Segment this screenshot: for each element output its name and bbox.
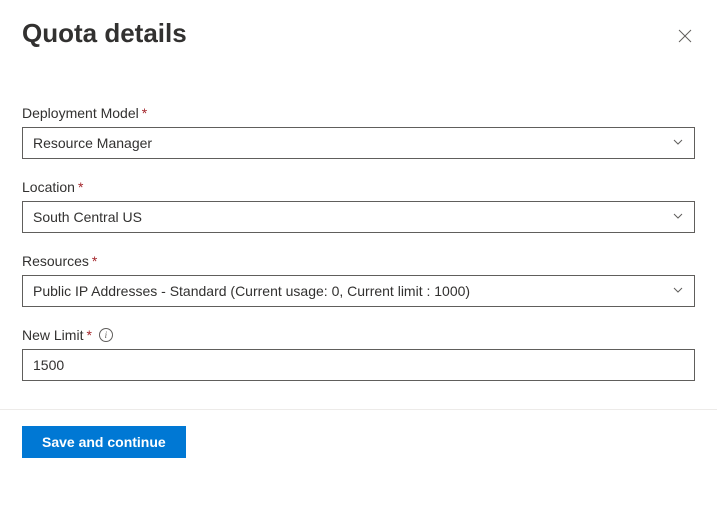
page-title: Quota details	[22, 18, 187, 49]
chevron-down-icon	[672, 283, 684, 299]
deployment-model-field: Deployment Model * Resource Manager	[22, 105, 695, 159]
location-dropdown[interactable]: South Central US	[22, 201, 695, 233]
panel-header: Quota details	[22, 18, 695, 49]
field-label-text: Resources	[22, 253, 89, 269]
dropdown-value: South Central US	[33, 209, 142, 225]
panel-footer: Save and continue	[22, 410, 695, 458]
dropdown-value: Public IP Addresses - Standard (Current …	[33, 283, 470, 299]
resources-field: Resources * Public IP Addresses - Standa…	[22, 253, 695, 307]
required-asterisk: *	[92, 253, 97, 269]
new-limit-field: New Limit * i	[22, 327, 695, 381]
info-icon[interactable]: i	[99, 328, 113, 342]
field-label-text: Location	[22, 179, 75, 195]
required-asterisk: *	[86, 327, 91, 343]
location-field: Location * South Central US	[22, 179, 695, 233]
deployment-model-label: Deployment Model *	[22, 105, 695, 121]
deployment-model-dropdown[interactable]: Resource Manager	[22, 127, 695, 159]
new-limit-input[interactable]	[22, 349, 695, 381]
field-label-text: Deployment Model	[22, 105, 139, 121]
required-asterisk: *	[142, 105, 147, 121]
close-icon	[678, 29, 692, 43]
location-label: Location *	[22, 179, 695, 195]
chevron-down-icon	[672, 209, 684, 225]
new-limit-label: New Limit * i	[22, 327, 695, 343]
field-label-text: New Limit	[22, 327, 83, 343]
resources-dropdown[interactable]: Public IP Addresses - Standard (Current …	[22, 275, 695, 307]
resources-label: Resources *	[22, 253, 695, 269]
required-asterisk: *	[78, 179, 83, 195]
dropdown-value: Resource Manager	[33, 135, 152, 151]
close-button[interactable]	[675, 26, 695, 46]
chevron-down-icon	[672, 135, 684, 151]
save-and-continue-button[interactable]: Save and continue	[22, 426, 186, 458]
